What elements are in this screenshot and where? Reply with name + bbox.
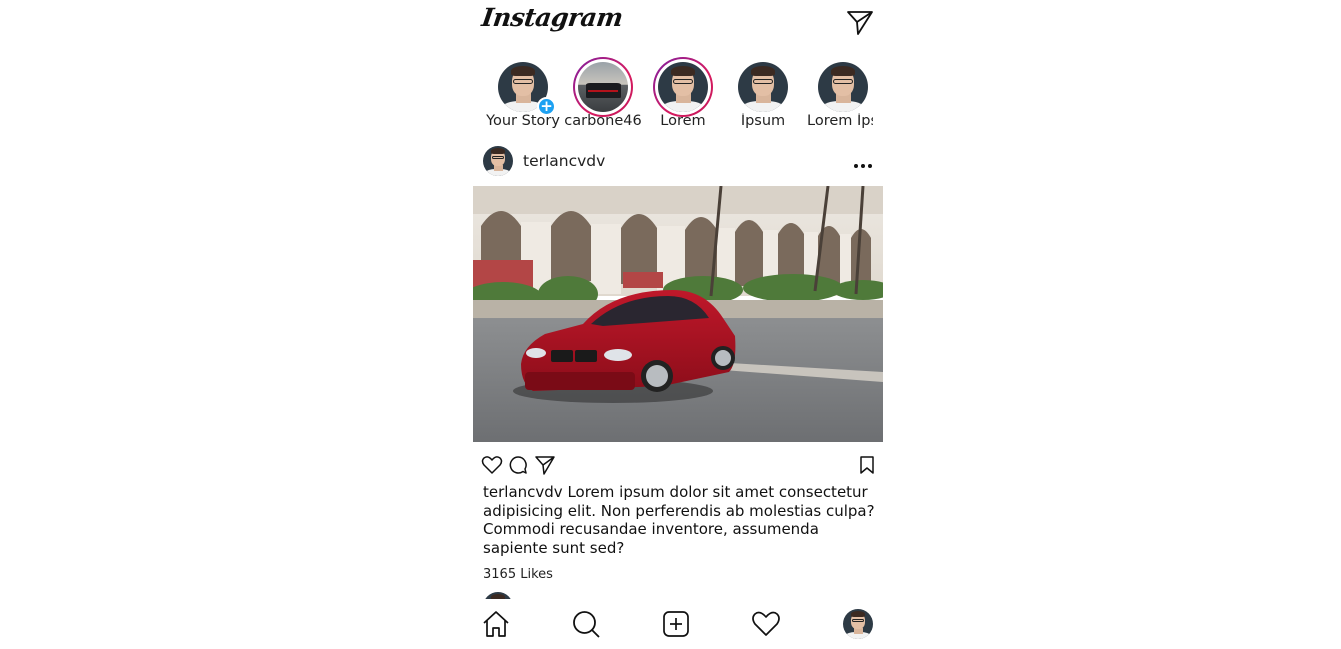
- likes-count[interactable]: 3165 Likes: [483, 567, 553, 582]
- post-image[interactable]: [473, 186, 883, 442]
- likes-number: 3165: [483, 567, 517, 582]
- paper-plane-icon: [535, 456, 555, 475]
- post-author-avatar[interactable]: [483, 146, 513, 176]
- instagram-logo[interactable]: Instagram: [480, 3, 625, 32]
- nav-new-post-button[interactable]: [661, 609, 691, 639]
- stories-tray: + Your Story carbone46 Lorem İpsum Lorem…: [473, 57, 873, 135]
- ellipsis-icon: [868, 164, 872, 168]
- add-post-icon: [663, 611, 689, 637]
- nav-profile-avatar[interactable]: [843, 609, 873, 639]
- avatar: [818, 62, 868, 112]
- likes-label: Likes: [520, 567, 553, 582]
- story-ipsum[interactable]: İpsum: [718, 57, 798, 135]
- comment-button[interactable]: [507, 454, 529, 476]
- post-author-username[interactable]: terlancvdv: [523, 152, 605, 170]
- story-lorem[interactable]: Lorem: [638, 57, 718, 135]
- comment-icon: [509, 456, 527, 474]
- ellipsis-icon: [861, 164, 865, 168]
- activity-heart-icon: [752, 611, 780, 636]
- bookmark-icon: [860, 456, 874, 474]
- post-actions: [473, 452, 883, 478]
- story-label: carbone46: [564, 113, 642, 129]
- story-label: Lorem: [660, 113, 706, 129]
- bottom-navigation: [473, 599, 883, 649]
- avatar: [738, 62, 788, 112]
- story-your-story[interactable]: + Your Story: [478, 57, 560, 135]
- story-label: İpsum: [740, 113, 786, 129]
- story-label: Lorem İpsum: [807, 113, 873, 129]
- nav-activity-button[interactable]: [751, 609, 781, 639]
- car-photo: [473, 186, 883, 442]
- heart-icon: [481, 456, 503, 474]
- avatar: [578, 62, 628, 112]
- share-button[interactable]: [534, 454, 556, 476]
- search-icon: [573, 611, 600, 638]
- save-button[interactable]: [856, 454, 878, 476]
- post-options-button[interactable]: [851, 155, 875, 175]
- nav-home-button[interactable]: [481, 609, 511, 639]
- direct-messages-button[interactable]: [845, 8, 875, 36]
- story-carbone46[interactable]: carbone46: [558, 57, 642, 135]
- home-icon: [483, 611, 509, 637]
- post-header: terlancvdv: [473, 145, 883, 179]
- instagram-app: Instagram + Your Story carbone46 Lorem İ…: [473, 0, 883, 649]
- post-caption: terlancvdv Lorem ipsum dolor sit amet co…: [483, 483, 878, 557]
- avatar: [658, 62, 708, 112]
- top-bar: Instagram: [473, 0, 883, 50]
- story-label: Your Story: [486, 113, 560, 129]
- like-button[interactable]: [481, 454, 503, 476]
- nav-search-button[interactable]: [571, 609, 601, 639]
- ellipsis-icon: [854, 164, 858, 168]
- paper-plane-icon: [847, 11, 873, 35]
- caption-username[interactable]: terlancvdv: [483, 483, 563, 501]
- story-lorem-ipsum[interactable]: Lorem İpsum: [798, 57, 873, 135]
